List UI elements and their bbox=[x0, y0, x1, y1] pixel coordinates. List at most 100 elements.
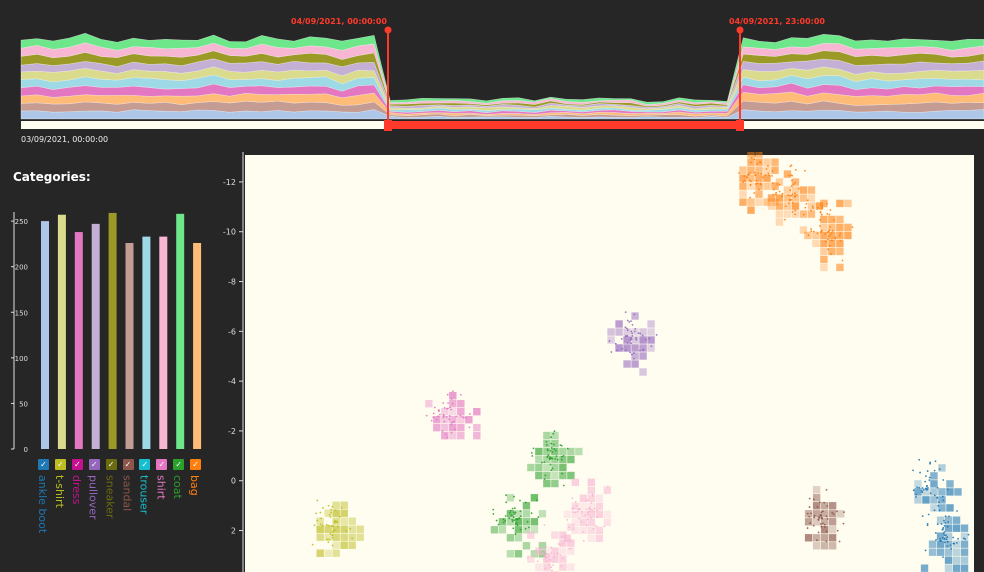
scatter-point bbox=[578, 507, 580, 510]
density-cell bbox=[595, 502, 604, 510]
density-cell bbox=[952, 516, 961, 524]
scatter-point bbox=[809, 522, 812, 524]
density-cell bbox=[506, 550, 515, 558]
density-cell bbox=[631, 336, 639, 344]
density-cell bbox=[922, 496, 930, 504]
scatter-point bbox=[327, 504, 330, 507]
scatter-point bbox=[821, 517, 823, 520]
scatter-point bbox=[593, 507, 596, 510]
scatter-point bbox=[821, 207, 824, 209]
legend-item-t-shirt[interactable]: ✓ t-shirt bbox=[53, 459, 69, 567]
range-end-handle[interactable] bbox=[736, 120, 744, 131]
density-cell bbox=[747, 198, 755, 206]
legend-item-sandal[interactable]: ✓ sandal bbox=[121, 459, 137, 567]
category-bar-chart: 0 50 100 150 200 250 bbox=[11, 212, 202, 454]
timeline-brush[interactable]: 04/09/2021, 00:00:00 04/09/2021, 23:00:0… bbox=[0, 0, 984, 150]
legend-checkbox[interactable]: ✓ bbox=[38, 459, 49, 470]
legend-item-pullover[interactable]: ✓ pullover bbox=[87, 459, 103, 567]
scatter-point bbox=[332, 525, 335, 528]
scatter-point bbox=[589, 508, 592, 511]
scatter-point bbox=[330, 508, 333, 511]
range-end-handle-knob bbox=[736, 26, 744, 34]
scatter-point bbox=[826, 517, 829, 520]
density-cell bbox=[473, 423, 481, 432]
legend-checkbox[interactable]: ✓ bbox=[173, 459, 185, 470]
scatter-point bbox=[838, 234, 841, 237]
scatter-point bbox=[616, 349, 619, 352]
density-cell bbox=[623, 360, 631, 368]
legend-checkbox[interactable]: ✓ bbox=[88, 459, 100, 470]
scatter-point bbox=[797, 187, 800, 190]
legend-item-dress[interactable]: ✓ dress bbox=[70, 459, 86, 567]
categories-title: Categories: bbox=[13, 170, 91, 184]
legend-label: t-shirt bbox=[52, 475, 66, 508]
legend-checkbox[interactable]: ✓ bbox=[105, 459, 117, 470]
scatter-point bbox=[824, 232, 827, 235]
scatter-point bbox=[810, 230, 813, 233]
scatter-point bbox=[555, 455, 558, 458]
scatter-point bbox=[805, 202, 808, 205]
scatter-point bbox=[315, 512, 318, 515]
embedding-scatter-plot[interactable]: -12 -10 -8 -6 -4 -2 0 2 bbox=[215, 152, 975, 572]
density-cell bbox=[739, 198, 747, 206]
legend-item-bag[interactable]: ✓ bag bbox=[188, 459, 204, 567]
bar-y-tick-label: 150 bbox=[15, 309, 28, 317]
density-cell bbox=[938, 464, 946, 472]
density-cell bbox=[799, 194, 808, 202]
scatter-point bbox=[570, 547, 573, 550]
scatter-point bbox=[513, 507, 516, 510]
scatter-point bbox=[432, 412, 435, 415]
scatter-point bbox=[838, 540, 841, 543]
scatter-point bbox=[927, 486, 929, 489]
bar-y-tick-label: 0 bbox=[24, 446, 28, 454]
density-cell bbox=[767, 194, 776, 202]
legend-item-shirt[interactable]: ✓ shirt bbox=[154, 459, 170, 567]
density-cell bbox=[332, 541, 340, 549]
density-cell bbox=[799, 186, 808, 194]
scatter-point bbox=[767, 172, 770, 175]
density-cell bbox=[527, 531, 535, 539]
legend-checkbox[interactable]: ✓ bbox=[190, 459, 202, 470]
scatter-point bbox=[326, 538, 328, 541]
scatter-point bbox=[337, 525, 339, 528]
scatter-point bbox=[551, 467, 554, 470]
legend-checkbox[interactable]: ✓ bbox=[54, 459, 66, 470]
scatter-point bbox=[760, 172, 763, 175]
density-cell bbox=[812, 239, 820, 248]
density-cell bbox=[587, 526, 596, 534]
density-cell bbox=[960, 564, 969, 572]
density-cell bbox=[316, 525, 324, 533]
legend-item-trouser[interactable]: ✓ trouser bbox=[137, 459, 153, 567]
legend-checkbox[interactable]: ✓ bbox=[156, 459, 168, 470]
scatter-point bbox=[550, 469, 553, 472]
scatter-point bbox=[945, 534, 947, 537]
scatter-point bbox=[936, 496, 939, 499]
scatter-point bbox=[940, 523, 943, 525]
scatter-point bbox=[331, 505, 334, 508]
scatter-point bbox=[538, 548, 541, 551]
legend-item-sneaker[interactable]: ✓ sneaker bbox=[104, 459, 120, 567]
scatter-point bbox=[582, 539, 585, 542]
scatter-point bbox=[543, 478, 546, 480]
density-cell bbox=[771, 158, 779, 166]
scatter-point bbox=[794, 213, 797, 216]
scatter-point bbox=[446, 436, 449, 439]
scatter-point bbox=[912, 469, 914, 472]
range-start-handle[interactable] bbox=[384, 120, 392, 131]
legend-checkbox[interactable]: ✓ bbox=[139, 459, 151, 470]
category-bar bbox=[193, 242, 202, 449]
density-cell bbox=[535, 471, 543, 480]
legend-checkbox[interactable]: ✓ bbox=[71, 459, 83, 470]
density-cell bbox=[763, 158, 771, 166]
scatter-point bbox=[757, 172, 760, 175]
scatter-point bbox=[450, 408, 453, 411]
density-cell bbox=[522, 518, 531, 526]
density-cell bbox=[739, 190, 747, 198]
legend-item-coat[interactable]: ✓ coat bbox=[171, 459, 187, 567]
density-cell bbox=[348, 517, 356, 525]
density-cell bbox=[783, 210, 792, 218]
legend-checkbox[interactable]: ✓ bbox=[122, 459, 134, 470]
scatter-point bbox=[943, 538, 946, 541]
scatter-point bbox=[438, 409, 440, 412]
legend-item-ankle-boot[interactable]: ✓ ankle boot bbox=[36, 459, 52, 567]
